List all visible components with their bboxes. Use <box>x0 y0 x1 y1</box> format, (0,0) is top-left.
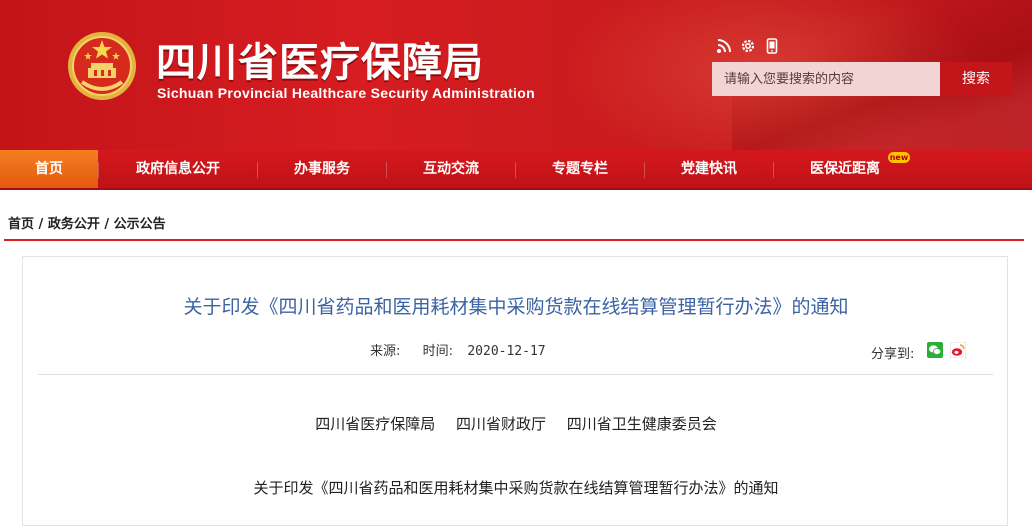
nav-item-services[interactable]: 办事服务 <box>258 150 386 188</box>
nav-item-gov-info[interactable]: 政府信息公开 <box>99 150 257 188</box>
publish-date: 2020-12-17 <box>467 344 546 359</box>
issuer-health-commission: 四川省卫生健康委员会 <box>566 415 717 433</box>
article-title: 关于印发《四川省药品和医用耗材集中采购货款在线结算管理暂行办法》的通知 <box>183 296 849 318</box>
new-badge: new <box>888 152 910 163</box>
nav-item-topics[interactable]: 专题专栏 <box>516 150 644 188</box>
nav-item-interaction[interactable]: 互动交流 <box>387 150 515 188</box>
nav-item-party-news[interactable]: 党建快讯 <box>645 150 773 188</box>
article-divider <box>38 374 993 375</box>
search-button[interactable]: 搜索 <box>940 62 1012 96</box>
breadcrumb-home[interactable]: 首页 <box>8 217 34 232</box>
site-title: 四川省医疗保障局 <box>156 40 484 86</box>
breadcrumb-separator: / <box>104 217 110 232</box>
national-emblem-icon <box>68 32 136 100</box>
time-label: 时间: <box>422 344 454 359</box>
issuing-agencies: 四川省医疗保障局 四川省财政厅 四川省卫生健康委员会 <box>0 413 1032 434</box>
share-label: 分享到: <box>871 347 915 362</box>
nav-item-home[interactable]: 首页 <box>0 150 98 188</box>
wechat-icon[interactable] <box>927 342 943 358</box>
settings-icon[interactable] <box>740 38 756 54</box>
breadcrumb-divider <box>4 239 1024 241</box>
source-label: 来源: <box>370 344 401 359</box>
issuer-finance: 四川省财政厅 <box>455 415 546 433</box>
mobile-icon[interactable] <box>764 38 780 54</box>
main-nav: 首页 政府信息公开 办事服务 互动交流 专题专栏 党建快讯 医保近距离 <box>0 150 1032 190</box>
breadcrumb-separator: / <box>38 217 44 232</box>
article-body-line: 关于印发《四川省药品和医用耗材集中采购货款在线结算管理暂行办法》的通知 <box>253 479 779 497</box>
issuer-healthcare-security: 四川省医疗保障局 <box>315 415 436 433</box>
breadcrumb: 首页 / 政务公开 / 公示公告 <box>8 213 166 232</box>
weibo-icon[interactable] <box>950 342 966 358</box>
header-tool-icons <box>716 38 780 54</box>
search-input[interactable] <box>712 62 940 96</box>
article-meta: 来源: 时间: 2020-12-17 <box>370 340 546 359</box>
breadcrumb-announcements[interactable]: 公示公告 <box>114 217 166 232</box>
breadcrumb-gov-affairs[interactable]: 政务公开 <box>48 217 100 232</box>
site-subtitle: Sichuan Provincial Healthcare Security A… <box>157 85 535 101</box>
rss-icon[interactable] <box>716 38 732 54</box>
